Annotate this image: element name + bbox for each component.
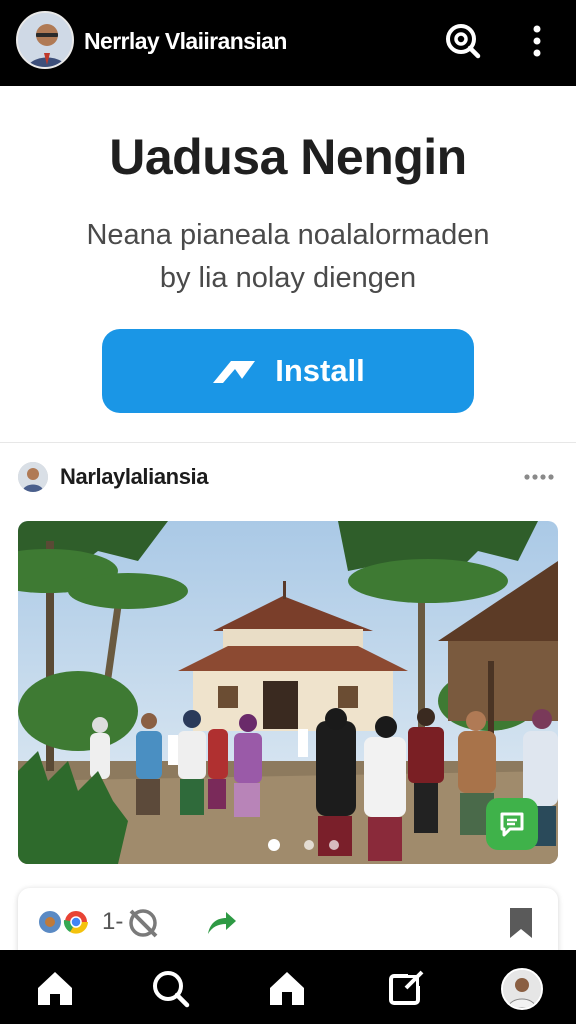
chat-icon	[500, 812, 524, 837]
top-bar: Nerrlay Vlaiiransian	[0, 0, 576, 86]
reaction-count: 1-	[102, 908, 124, 935]
house-icon[interactable]	[267, 968, 307, 1008]
post-username[interactable]: Narlaylaliansia	[60, 464, 209, 490]
share-icon[interactable]	[204, 906, 238, 940]
page-subtitle: Neana pianeala noalalormaden by lia nola…	[40, 214, 536, 300]
install-button[interactable]: Install	[102, 329, 474, 413]
profile-avatar[interactable]	[501, 968, 543, 1010]
arrow-logo-icon	[213, 361, 256, 383]
bottom-nav	[0, 950, 576, 1024]
village-scene-image	[18, 521, 558, 864]
carousel-dot-3	[329, 840, 339, 850]
chat-button[interactable]	[486, 798, 538, 850]
nav-avatar-image	[503, 970, 541, 1008]
compose-icon[interactable]	[386, 968, 426, 1008]
search-icon[interactable]	[444, 22, 482, 60]
subtitle-line-2: by lia nolay diengen	[159, 262, 417, 294]
post-author-avatar[interactable]	[18, 462, 48, 492]
profile-avatar[interactable]	[16, 11, 74, 69]
section-divider	[0, 442, 576, 443]
carousel-dot-1	[268, 839, 280, 851]
bookmark-icon[interactable]	[504, 906, 538, 940]
page-title: Uadusa Nengin	[109, 129, 467, 185]
author-avatar-image	[18, 462, 48, 492]
install-label: Install	[275, 353, 365, 388]
search-icon[interactable]	[150, 968, 190, 1008]
avatar-image	[18, 13, 72, 67]
app-title: Nerrlay Vlaiiransian	[84, 28, 287, 54]
post-photo[interactable]	[18, 521, 558, 864]
more-horizontal-icon[interactable]	[521, 468, 557, 486]
mute-icon[interactable]	[126, 906, 160, 940]
more-vertical-icon[interactable]	[526, 22, 548, 60]
carousel-dot-2	[304, 840, 314, 850]
reaction-icons[interactable]	[36, 908, 94, 936]
chrome-icon	[63, 909, 89, 935]
subtitle-line-1: Neana pianeala noalalormaden	[86, 219, 490, 251]
home-icon[interactable]	[35, 968, 75, 1008]
